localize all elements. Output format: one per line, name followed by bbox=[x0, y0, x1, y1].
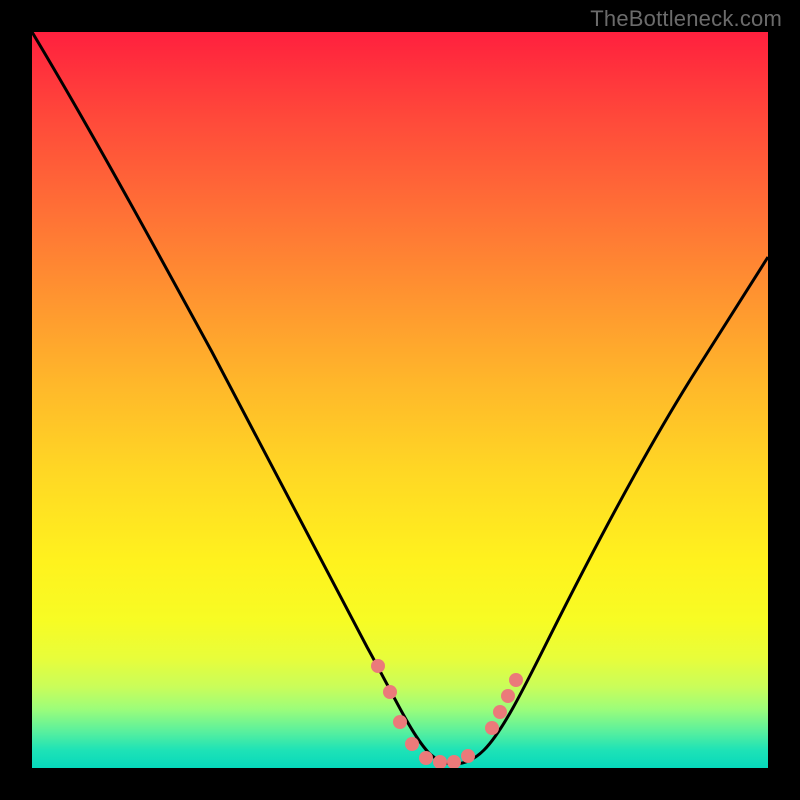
watermark-text: TheBottleneck.com bbox=[590, 6, 782, 32]
chart-frame: TheBottleneck.com bbox=[0, 0, 800, 800]
curve-layer bbox=[32, 32, 768, 768]
highlight-markers bbox=[371, 659, 523, 768]
plot-area bbox=[32, 32, 768, 768]
bottleneck-curve-path bbox=[32, 32, 768, 764]
